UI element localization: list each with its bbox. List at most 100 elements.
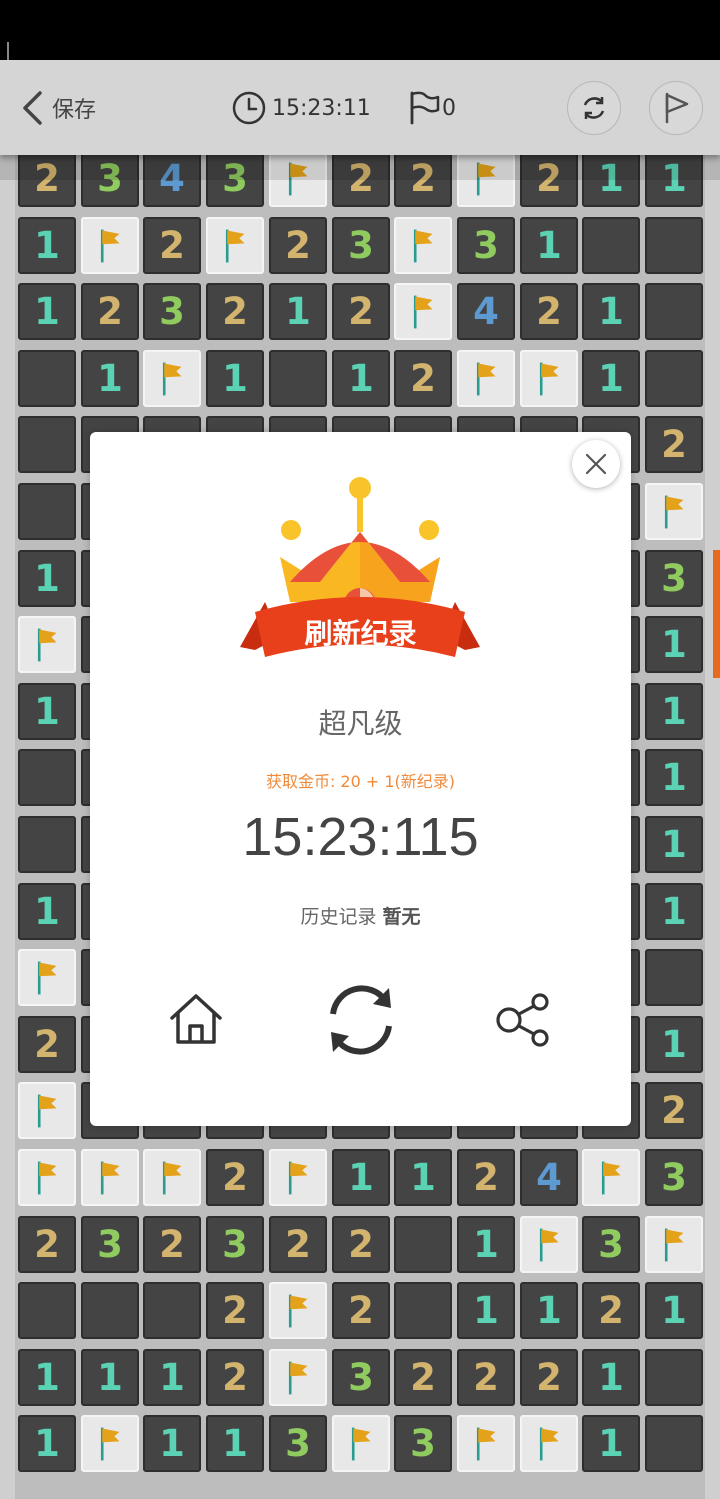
flagged-cell[interactable] <box>143 350 201 407</box>
number-cell[interactable]: 1 <box>520 1282 578 1339</box>
flagged-cell[interactable] <box>520 1415 578 1472</box>
number-cell[interactable]: 2 <box>394 1349 452 1406</box>
number-cell[interactable]: 3 <box>81 1216 139 1273</box>
number-cell[interactable]: 1 <box>645 816 703 873</box>
flagged-cell[interactable] <box>520 1216 578 1273</box>
empty-cell[interactable] <box>81 1282 139 1339</box>
number-cell[interactable]: 1 <box>582 350 640 407</box>
empty-cell[interactable] <box>582 217 640 274</box>
number-cell[interactable]: 1 <box>18 550 76 607</box>
number-cell[interactable]: 3 <box>332 1349 390 1406</box>
number-cell[interactable]: 2 <box>269 217 327 274</box>
number-cell[interactable]: 2 <box>645 1082 703 1139</box>
number-cell[interactable]: 2 <box>269 1216 327 1273</box>
empty-cell[interactable] <box>18 483 76 540</box>
flagged-cell[interactable] <box>81 1149 139 1206</box>
flagged-cell[interactable] <box>81 1415 139 1472</box>
flagged-cell[interactable] <box>143 1149 201 1206</box>
number-cell[interactable]: 4 <box>457 283 515 340</box>
number-cell[interactable]: 1 <box>520 217 578 274</box>
empty-cell[interactable] <box>645 1415 703 1472</box>
number-cell[interactable]: 1 <box>18 683 76 740</box>
number-cell[interactable]: 1 <box>645 616 703 673</box>
number-cell[interactable]: 1 <box>18 1415 76 1472</box>
number-cell[interactable]: 1 <box>645 1282 703 1339</box>
flagged-cell[interactable] <box>206 217 264 274</box>
flagged-cell[interactable] <box>520 350 578 407</box>
restart-button[interactable] <box>567 81 621 135</box>
number-cell[interactable]: 1 <box>645 1016 703 1073</box>
number-cell[interactable]: 2 <box>332 283 390 340</box>
empty-cell[interactable] <box>645 217 703 274</box>
number-cell[interactable]: 2 <box>645 416 703 473</box>
number-cell[interactable]: 1 <box>645 683 703 740</box>
number-cell[interactable]: 1 <box>143 1349 201 1406</box>
number-cell[interactable]: 2 <box>206 1349 264 1406</box>
number-cell[interactable]: 1 <box>269 283 327 340</box>
flagged-cell[interactable] <box>394 217 452 274</box>
number-cell[interactable]: 1 <box>457 1216 515 1273</box>
number-cell[interactable]: 2 <box>520 1349 578 1406</box>
number-cell[interactable]: 2 <box>582 1282 640 1339</box>
number-cell[interactable]: 1 <box>143 1415 201 1472</box>
number-cell[interactable]: 3 <box>457 217 515 274</box>
number-cell[interactable]: 1 <box>18 217 76 274</box>
number-cell[interactable]: 2 <box>18 1016 76 1073</box>
number-cell[interactable]: 3 <box>394 1415 452 1472</box>
empty-cell[interactable] <box>645 949 703 1006</box>
replay-button[interactable] <box>316 980 406 1060</box>
scroll-indicator[interactable] <box>713 550 720 678</box>
flagged-cell[interactable] <box>18 616 76 673</box>
empty-cell[interactable] <box>18 416 76 473</box>
flagged-cell[interactable] <box>81 217 139 274</box>
number-cell[interactable]: 1 <box>645 883 703 940</box>
flagged-cell[interactable] <box>269 1282 327 1339</box>
number-cell[interactable]: 1 <box>206 1415 264 1472</box>
number-cell[interactable]: 2 <box>520 283 578 340</box>
flag-mode-button[interactable] <box>649 81 703 135</box>
number-cell[interactable]: 1 <box>81 1349 139 1406</box>
number-cell[interactable]: 1 <box>81 350 139 407</box>
flagged-cell[interactable] <box>582 1149 640 1206</box>
empty-cell[interactable] <box>269 350 327 407</box>
flagged-cell[interactable] <box>18 1082 76 1139</box>
empty-cell[interactable] <box>143 1282 201 1339</box>
empty-cell[interactable] <box>18 749 76 806</box>
empty-cell[interactable] <box>645 1349 703 1406</box>
number-cell[interactable]: 2 <box>394 350 452 407</box>
number-cell[interactable]: 2 <box>457 1349 515 1406</box>
number-cell[interactable]: 2 <box>81 283 139 340</box>
empty-cell[interactable] <box>18 816 76 873</box>
number-cell[interactable]: 1 <box>582 1349 640 1406</box>
empty-cell[interactable] <box>645 283 703 340</box>
number-cell[interactable]: 2 <box>206 1149 264 1206</box>
empty-cell[interactable] <box>394 1216 452 1273</box>
number-cell[interactable]: 1 <box>645 749 703 806</box>
close-button[interactable] <box>572 440 620 488</box>
number-cell[interactable]: 3 <box>143 283 201 340</box>
flagged-cell[interactable] <box>332 1415 390 1472</box>
number-cell[interactable]: 1 <box>18 283 76 340</box>
number-cell[interactable]: 3 <box>582 1216 640 1273</box>
flagged-cell[interactable] <box>645 1216 703 1273</box>
number-cell[interactable]: 3 <box>645 1149 703 1206</box>
number-cell[interactable]: 1 <box>206 350 264 407</box>
number-cell[interactable]: 1 <box>18 1349 76 1406</box>
number-cell[interactable]: 1 <box>394 1149 452 1206</box>
number-cell[interactable]: 3 <box>332 217 390 274</box>
number-cell[interactable]: 2 <box>206 283 264 340</box>
flagged-cell[interactable] <box>18 1149 76 1206</box>
number-cell[interactable]: 1 <box>582 1415 640 1472</box>
number-cell[interactable]: 2 <box>332 1282 390 1339</box>
number-cell[interactable]: 1 <box>18 883 76 940</box>
flagged-cell[interactable] <box>394 283 452 340</box>
flagged-cell[interactable] <box>457 1415 515 1472</box>
home-button[interactable] <box>158 980 234 1060</box>
number-cell[interactable]: 2 <box>18 1216 76 1273</box>
number-cell[interactable]: 1 <box>582 283 640 340</box>
empty-cell[interactable] <box>18 1282 76 1339</box>
empty-cell[interactable] <box>18 350 76 407</box>
number-cell[interactable]: 1 <box>332 1149 390 1206</box>
share-button[interactable] <box>488 980 560 1060</box>
number-cell[interactable]: 2 <box>457 1149 515 1206</box>
